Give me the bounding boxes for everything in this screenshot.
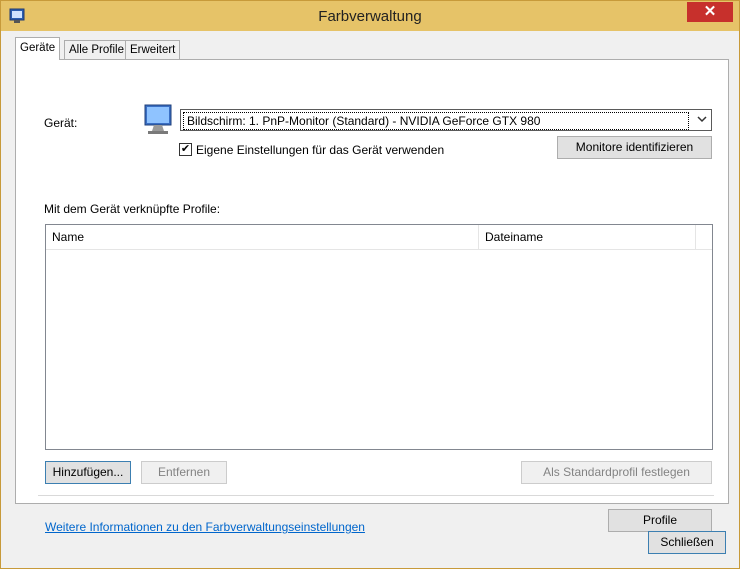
window-title: Farbverwaltung (318, 8, 422, 25)
tab-advanced[interactable]: Erweitert (125, 40, 181, 59)
add-profile-button[interactable]: Hinzufügen... (45, 461, 131, 484)
identify-monitors-button[interactable]: Monitore identifizieren (557, 136, 712, 159)
use-own-settings-checkbox[interactable]: ✔ (179, 143, 192, 156)
devices-tab-panel: Gerät: Bildschirm: 1. PnP-Monitor (Stand… (15, 59, 729, 534)
use-own-settings-label[interactable]: Eigene Einstellungen für das Gerät verwe… (196, 143, 444, 157)
linked-profiles-label: Mit dem Gerät verknüpfte Profile: (44, 202, 221, 216)
device-select-value: Bildschirm: 1. PnP-Monitor (Standard) - … (183, 112, 689, 130)
device-label: Gerät: (44, 116, 78, 130)
tab-all-profiles[interactable]: Alle Profile (64, 40, 129, 59)
column-header-name[interactable]: Name (46, 225, 478, 249)
remove-profile-button[interactable]: Entfernen (141, 461, 227, 484)
device-select[interactable]: Bildschirm: 1. PnP-Monitor (Standard) - … (180, 109, 712, 131)
close-dialog-button[interactable]: Schließen (648, 531, 726, 554)
column-header-filename[interactable]: Dateiname (479, 225, 695, 249)
chevron-down-icon (697, 112, 707, 129)
title-bar[interactable]: Farbverwaltung ✕ (1, 1, 739, 31)
column-separator[interactable] (695, 225, 696, 249)
window-close-button[interactable]: ✕ (687, 2, 733, 22)
color-management-window: Farbverwaltung ✕ Geräte Alle Profile Erw… (0, 0, 740, 569)
set-default-profile-button[interactable]: Als Standardprofil festlegen (521, 461, 712, 484)
dialog-client-area: Geräte Alle Profile Erweitert Gerät: Bil… (8, 32, 732, 562)
separator-line (38, 495, 714, 496)
profile-button[interactable]: Profile (608, 509, 712, 532)
close-icon: ✕ (703, 3, 717, 20)
monitor-icon (144, 104, 172, 134)
checkmark-icon: ✔ (180, 143, 191, 155)
tab-devices[interactable]: Geräte (15, 37, 61, 60)
more-info-link[interactable]: Weitere Informationen zu den Farbverwalt… (45, 520, 365, 534)
profiles-list-header: Name Dateiname (46, 225, 712, 250)
profiles-list[interactable]: Name Dateiname (45, 224, 713, 450)
